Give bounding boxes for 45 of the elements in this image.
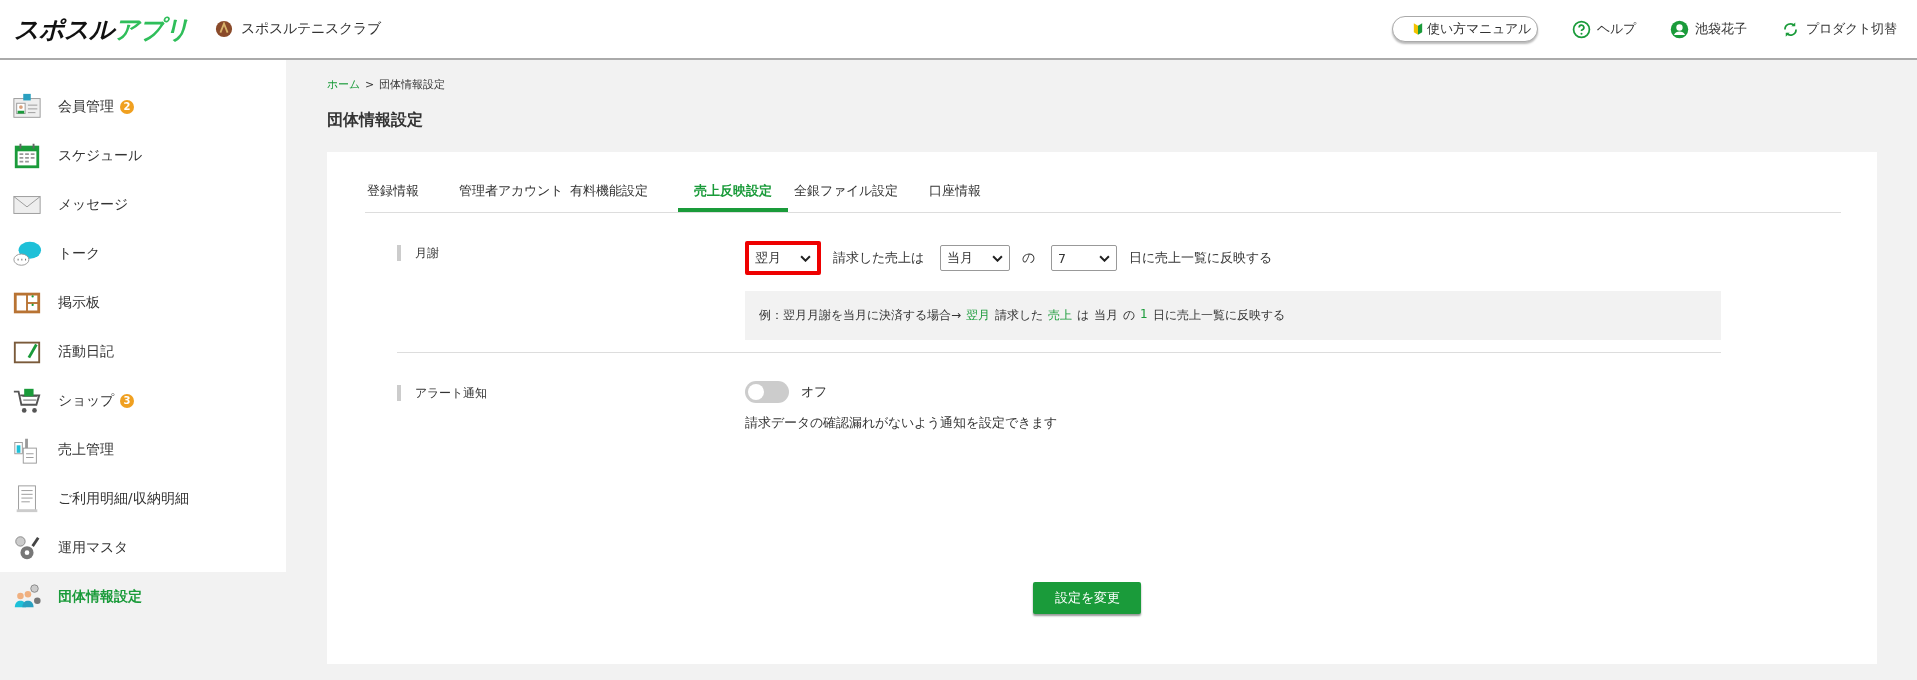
- club-emblem-icon: [215, 20, 233, 38]
- sidebar-item[interactable]: ご利用明細/収納明細: [0, 474, 286, 523]
- sidebar-item[interactable]: 売上管理: [0, 425, 286, 474]
- chevron-down-icon: [1099, 254, 1110, 262]
- sidebar-item[interactable]: ショップ 3: [0, 376, 286, 425]
- dropdown[interactable]: 当月: [940, 245, 1010, 271]
- tab[interactable]: 売上反映設定: [678, 168, 788, 212]
- breadcrumb-separator: >: [365, 77, 375, 91]
- toggle-state: オフ: [801, 383, 827, 401]
- tab[interactable]: 有料機能設定: [570, 168, 678, 212]
- tab[interactable]: 口座情報: [929, 168, 1009, 212]
- sidebar-item[interactable]: 活動日記: [0, 327, 286, 376]
- sentence-text: 請求した売上は: [833, 249, 924, 267]
- tab[interactable]: 全銀ファイル設定: [788, 168, 929, 212]
- chevron-down-icon: [992, 254, 1003, 262]
- sidebar-item[interactable]: スケジュール: [0, 131, 286, 180]
- chevron-down-icon: [800, 254, 811, 262]
- app-logo[interactable]: スポスルアプリ: [14, 12, 189, 46]
- page-title: 団体情報設定: [327, 110, 424, 131]
- sentence-text: の: [1022, 249, 1035, 267]
- sentence-text: 日に売上一覧に反映する: [1129, 249, 1272, 267]
- sidebar-item[interactable]: メッセージ: [0, 180, 286, 229]
- dropdown[interactable]: 7: [1051, 245, 1117, 271]
- notification-count: 3: [120, 393, 134, 408]
- help-link[interactable]: ヘルプ: [1572, 19, 1636, 39]
- description-text: 請求データの確認漏れがないよう通知を設定できます: [745, 415, 1058, 432]
- sidebar-item[interactable]: 会員管理 2: [0, 82, 286, 131]
- help-icon: [1572, 19, 1591, 39]
- sidebar-item[interactable]: トーク: [0, 229, 286, 278]
- product-switch-link[interactable]: プロダクト切替: [1781, 19, 1897, 39]
- submit-button[interactable]: 設定を変更: [1033, 582, 1141, 614]
- breadcrumb-current: 団体情報設定: [379, 76, 446, 92]
- notification-count: 2: [120, 99, 134, 114]
- tab[interactable]: 登録情報: [367, 168, 459, 212]
- user-menu[interactable]: 池袋花子: [1670, 19, 1747, 39]
- toggle-switch[interactable]: [745, 381, 789, 403]
- sidebar-item[interactable]: 掲示板: [0, 278, 286, 327]
- tab[interactable]: 管理者アカウント: [459, 168, 570, 212]
- beginner-mark-icon: [1413, 22, 1423, 36]
- club-name: スポスルテニスクラブ: [241, 20, 381, 38]
- manual-button[interactable]: 使い方マニュアル: [1392, 16, 1538, 42]
- user-icon: [1670, 19, 1689, 39]
- dropdown[interactable]: 翌月: [745, 241, 821, 275]
- sidebar-item[interactable]: 運用マスタ: [0, 523, 286, 572]
- example-note: 例：翌月月謝を当月に決済する場合→ 翌月 請求した 売上 は 当月 の 1 日に売上一覧に反映する: [745, 291, 1721, 340]
